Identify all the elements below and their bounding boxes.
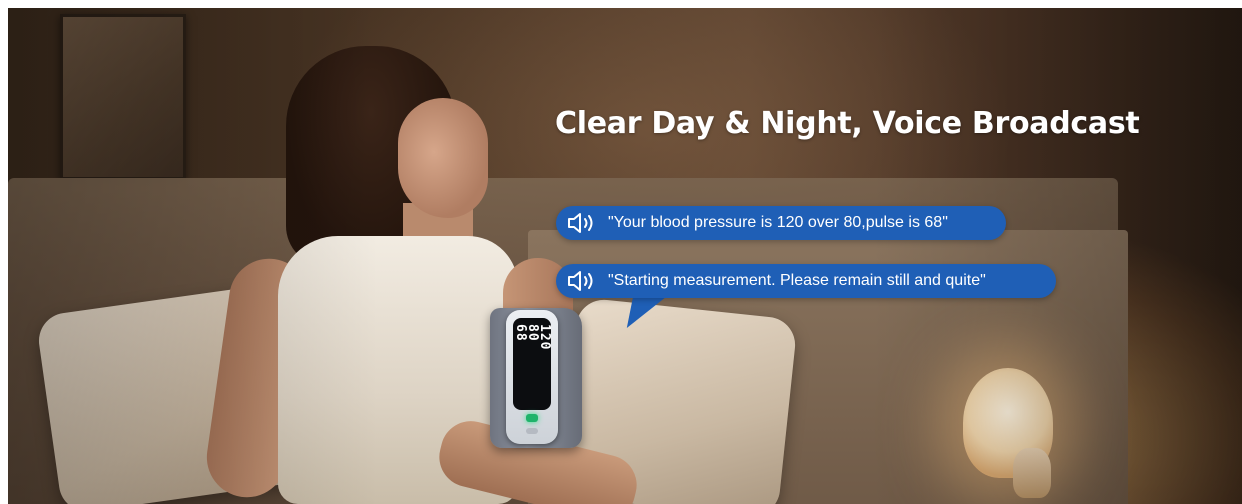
voice-bubble-start: "Starting measurement. Please remain sti… <box>556 264 1056 298</box>
speaker-icon <box>568 271 593 291</box>
speaker-icon <box>568 213 593 233</box>
voice-bubble-result: "Your blood pressure is 120 over 80,puls… <box>556 206 1006 240</box>
voice-bubble-text: "Your blood pressure is 120 over 80,puls… <box>608 214 948 231</box>
voice-bubble-text: "Starting measurement. Please remain sti… <box>608 272 986 289</box>
headline: Clear Day & Night, Voice Broadcast <box>555 106 1140 141</box>
product-banner: 120 80 68 Clear Day & Night, Voice Broad… <box>8 8 1242 504</box>
vignette-shade <box>8 8 1242 504</box>
